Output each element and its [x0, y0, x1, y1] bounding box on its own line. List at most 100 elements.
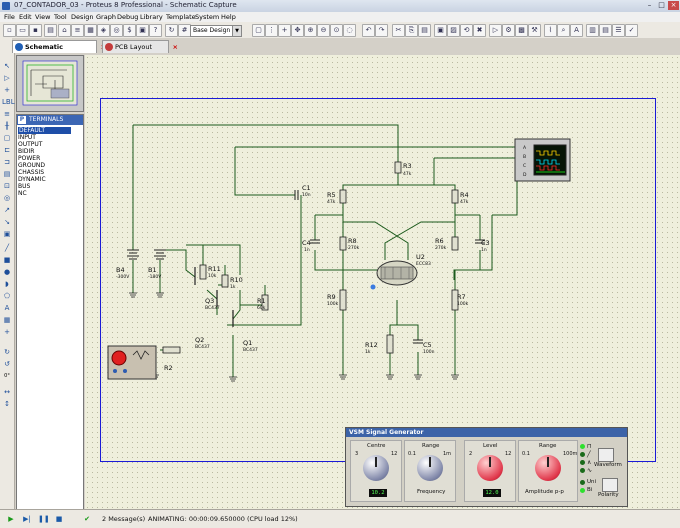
resistor-r6[interactable]	[451, 236, 459, 251]
open-folder-icon[interactable]: ▭	[16, 24, 29, 37]
list-item[interactable]: CHASSIS	[18, 169, 44, 176]
help-icon[interactable]: ?	[149, 24, 162, 37]
vacuum-tube-u2[interactable]	[370, 260, 418, 290]
zoom-all-icon[interactable]: ⊙	[330, 24, 343, 37]
overview-window[interactable]	[16, 55, 84, 112]
signal-generator-device[interactable]	[107, 345, 157, 380]
wire-label-icon[interactable]: LBL	[2, 98, 15, 107]
block-rotate-icon[interactable]: ⟲	[460, 24, 473, 37]
list-item[interactable]: OUTPUT	[18, 141, 42, 148]
new-sheet-icon[interactable]: ▢	[252, 24, 265, 37]
terminals-mode-icon[interactable]: ⊏	[2, 146, 12, 155]
battery-b4[interactable]	[127, 249, 139, 260]
list-item[interactable]: BIDIR	[18, 148, 34, 155]
electrical-rule-check-icon[interactable]: ✓	[625, 24, 638, 37]
virtual-instruments-icon[interactable]: ▣	[2, 230, 12, 239]
component-mode-icon[interactable]: ▷	[2, 74, 12, 83]
block-delete-icon[interactable]: ✖	[473, 24, 486, 37]
resistor-r3[interactable]	[394, 161, 402, 174]
list-item[interactable]: BUS	[18, 183, 30, 190]
menu-debug[interactable]: Debug	[117, 13, 138, 21]
resistor-r2[interactable]	[162, 346, 181, 354]
new-root-sheet-icon[interactable]: ▤	[599, 24, 612, 37]
block-copy-icon[interactable]: ▣	[434, 24, 447, 37]
pause-button[interactable]: ❚❚	[38, 514, 50, 524]
pick-device-icon[interactable]: ▷	[489, 24, 502, 37]
list-item[interactable]: POWER	[18, 155, 40, 162]
menu-graph[interactable]: Graph	[96, 13, 116, 21]
capacitor-c1[interactable]	[294, 190, 299, 200]
redo-icon[interactable]: ↷	[375, 24, 388, 37]
bus-mode-icon[interactable]: ╫	[2, 122, 12, 131]
schematic-icon[interactable]: ≡	[71, 24, 84, 37]
subcircuit-icon[interactable]: ▢	[2, 134, 12, 143]
undo-icon[interactable]: ↶	[362, 24, 375, 37]
menu-file[interactable]: File	[4, 13, 15, 21]
2d-path-icon[interactable]: ⬠	[2, 292, 12, 301]
2d-marker-icon[interactable]: +	[2, 328, 12, 337]
device-pins-icon[interactable]: ⊐	[2, 158, 12, 167]
menu-library[interactable]: Library	[140, 13, 163, 21]
2d-arc-icon[interactable]: ◗	[2, 280, 12, 289]
decompose-icon[interactable]: ⚒	[528, 24, 541, 37]
maximize-button[interactable]: □	[656, 1, 667, 10]
source-code-icon[interactable]: ▣	[136, 24, 149, 37]
2d-circle-icon[interactable]: ●	[2, 268, 12, 277]
stop-button[interactable]: ■	[54, 514, 64, 524]
menu-design[interactable]: Design	[71, 13, 93, 21]
resistor-r5[interactable]	[339, 189, 347, 204]
rotate-anticlockwise-icon[interactable]: ↺	[2, 360, 12, 369]
message-count[interactable]: 2 Message(s)	[102, 514, 145, 524]
2d-text-icon[interactable]: A	[2, 304, 12, 313]
list-item[interactable]: INPUT	[18, 134, 36, 141]
menu-view[interactable]: View	[35, 13, 50, 21]
capacitor-c5[interactable]	[413, 339, 423, 344]
selection-mode-icon[interactable]: ↖	[2, 62, 12, 71]
paste-icon[interactable]: ▤	[418, 24, 431, 37]
copy-icon[interactable]: ⎘	[405, 24, 418, 37]
list-item[interactable]: DEFAULT	[18, 127, 71, 134]
resistor-r9[interactable]	[339, 289, 347, 311]
cut-icon[interactable]: ✂	[392, 24, 405, 37]
2d-box-icon[interactable]: ■	[2, 256, 12, 265]
resistor-r12[interactable]	[386, 334, 394, 354]
move-icon[interactable]: ✥	[291, 24, 304, 37]
menu-edit[interactable]: Edit	[19, 13, 32, 21]
origin-icon[interactable]: +	[278, 24, 291, 37]
gerber-icon[interactable]: ◎	[110, 24, 123, 37]
frequency-range-knob[interactable]	[417, 455, 443, 481]
menu-tool[interactable]: Tool	[54, 13, 67, 21]
menu-help[interactable]: Help	[221, 13, 236, 21]
tab-pcb-layout[interactable]: PCB Layout ×	[102, 40, 178, 53]
resistor-r10[interactable]	[221, 274, 229, 288]
tab-schematic-capture[interactable]: Schematic Capture ×	[12, 40, 106, 63]
centre-knob[interactable]	[363, 455, 389, 481]
graph-mode-icon[interactable]: ▤	[2, 170, 12, 179]
save-icon[interactable]: ▪	[29, 24, 42, 37]
search-icon[interactable]: ⌕	[557, 24, 570, 37]
list-item[interactable]: NC	[18, 190, 27, 197]
list-item[interactable]: GROUND	[18, 162, 45, 169]
grid-toggle-icon[interactable]: ⋮	[265, 24, 278, 37]
2d-symbol-icon[interactable]: ▦	[2, 316, 12, 325]
resistor-r8[interactable]	[339, 236, 347, 251]
package-tool-icon[interactable]: ▩	[515, 24, 528, 37]
zoom-area-icon[interactable]: ◌	[343, 24, 356, 37]
design-explorer-icon[interactable]: ▥	[586, 24, 599, 37]
waveform-button[interactable]	[598, 448, 614, 462]
capacitor-c4[interactable]	[310, 239, 320, 244]
close-button[interactable]: ×	[668, 1, 679, 10]
design-select[interactable]: Base Design ▼	[190, 25, 242, 37]
menu-template[interactable]: Template	[166, 13, 196, 21]
block-move-icon[interactable]: ▨	[447, 24, 460, 37]
menu-system[interactable]: System	[195, 13, 219, 21]
text-script-icon[interactable]: ≡	[2, 110, 12, 119]
step-button[interactable]: ▶|	[22, 514, 32, 524]
2d-line-icon[interactable]: ╱	[2, 244, 12, 253]
amplitude-range-knob[interactable]	[535, 455, 561, 481]
voltage-probe-icon[interactable]: ↗	[2, 206, 12, 215]
3d-view-icon[interactable]: ◈	[97, 24, 110, 37]
zoom-in-icon[interactable]: ⊕	[304, 24, 317, 37]
minimize-button[interactable]: –	[644, 1, 655, 10]
rotate-clockwise-icon[interactable]: ↻	[2, 348, 12, 357]
